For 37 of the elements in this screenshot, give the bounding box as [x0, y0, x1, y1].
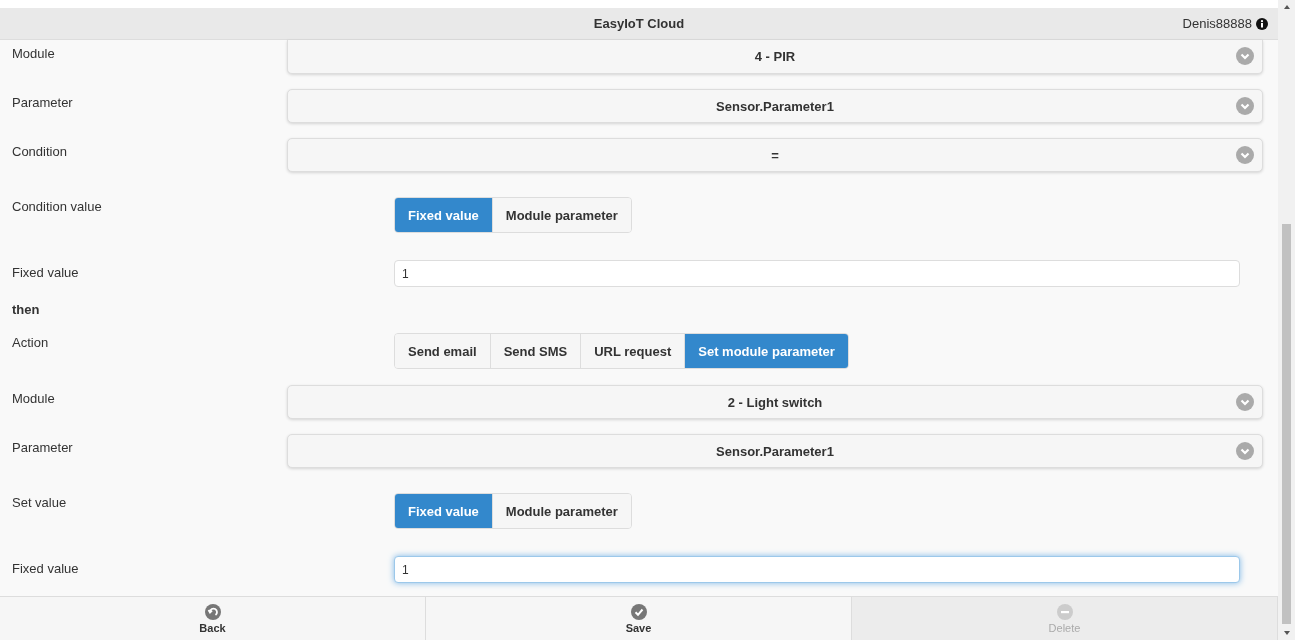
chevron-down-icon [1236, 442, 1254, 460]
scroll-down-icon[interactable] [1282, 630, 1291, 636]
input-field[interactable]: 1 [394, 556, 1240, 583]
option-button[interactable]: Module parameter [491, 494, 631, 528]
field-label: Fixed value [12, 560, 80, 578]
field-label: Condition [12, 143, 68, 161]
select-dropdown[interactable]: Sensor.Parameter1 [287, 434, 1263, 468]
field-label: Parameter [12, 94, 74, 112]
chevron-down-icon [1236, 97, 1254, 115]
field-label: Set value [12, 494, 68, 512]
select-dropdown[interactable]: 4 - PIR [287, 40, 1263, 74]
field-label: Parameter [12, 439, 74, 457]
minus-icon [1056, 603, 1073, 620]
field-label: Action [12, 334, 50, 352]
input-field[interactable]: 1 [394, 260, 1240, 287]
checkmark-icon [630, 603, 647, 620]
scrollbar-thumb[interactable] [1282, 224, 1291, 624]
select-dropdown[interactable]: Sensor.Parameter1 [287, 89, 1263, 123]
field-label: Fixed value [12, 264, 80, 282]
option-button[interactable]: Module parameter [491, 198, 631, 232]
scrollbar[interactable] [1278, 0, 1295, 640]
option-button[interactable]: Fixed value [395, 494, 492, 528]
option-button[interactable]: Set module parameter [684, 334, 848, 368]
chevron-down-icon [1236, 146, 1254, 164]
select-dropdown[interactable]: = [287, 138, 1263, 172]
scroll-up-icon[interactable] [1282, 4, 1291, 10]
section-heading: then [12, 301, 40, 317]
info-icon[interactable] [1256, 17, 1268, 30]
app-title: EasyIoT Cloud [593, 16, 685, 31]
username: Denis88888 [1182, 16, 1252, 31]
field-label: Module [12, 45, 56, 63]
chevron-down-icon [1236, 47, 1254, 65]
field-label: Condition value [12, 198, 103, 216]
chevron-down-icon [1236, 393, 1254, 411]
field-label: Module [12, 390, 56, 408]
option-button[interactable]: Fixed value [395, 198, 492, 232]
select-dropdown[interactable]: 2 - Light switch [287, 385, 1263, 419]
